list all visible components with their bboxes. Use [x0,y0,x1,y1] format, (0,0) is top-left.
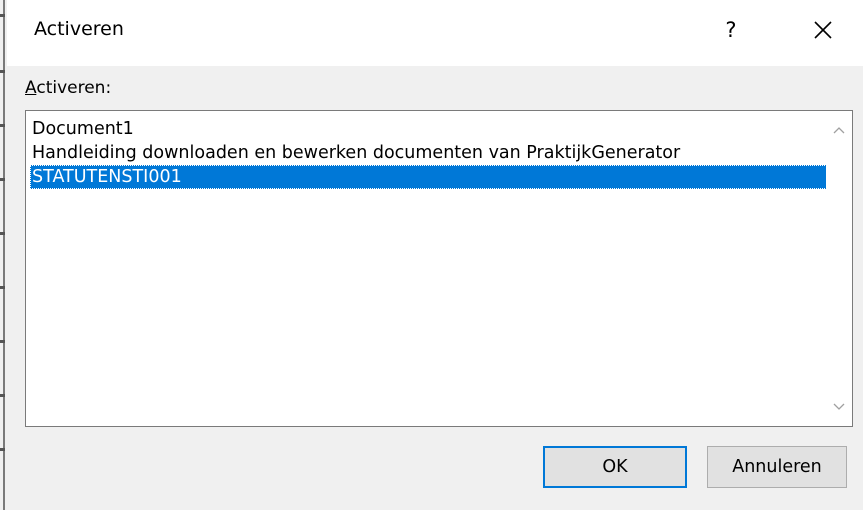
close-icon [814,21,832,39]
vertical-scrollbar[interactable] [826,111,852,426]
edge-mark [0,124,5,127]
close-button[interactable] [803,10,843,50]
list-label-text: ctiveren: [36,78,112,98]
window-edge [0,0,5,510]
list-item[interactable]: Document1 [30,117,827,141]
chevron-up-icon[interactable] [831,123,847,139]
accelerator-key: A [25,78,37,98]
edge-mark [0,448,5,451]
chevron-down-icon[interactable] [831,398,847,414]
dialog-title: Activeren [34,18,124,40]
edge-mark [0,178,5,181]
help-button[interactable]: ? [713,12,749,48]
cancel-button[interactable]: Annuleren [707,446,847,488]
activate-dialog: Activeren ? Activeren: Document1 Handleid… [7,0,863,510]
list-label: Activeren: [25,78,111,98]
edge-mark [0,232,5,235]
edge-mark [0,70,5,73]
edge-mark [0,286,5,289]
list-item[interactable]: Handleiding downloaden en bewerken docum… [30,141,827,165]
ok-button[interactable]: OK [543,446,687,488]
edge-mark [0,394,5,397]
title-bar: Activeren ? [7,0,863,66]
list-items: Document1 Handleiding downloaden en bewer… [30,117,827,189]
list-item[interactable]: STATUTENSTI001 [30,165,827,189]
edge-mark [0,14,5,17]
document-listbox[interactable]: Document1 Handleiding downloaden en bewer… [25,110,853,427]
edge-mark [0,340,5,343]
